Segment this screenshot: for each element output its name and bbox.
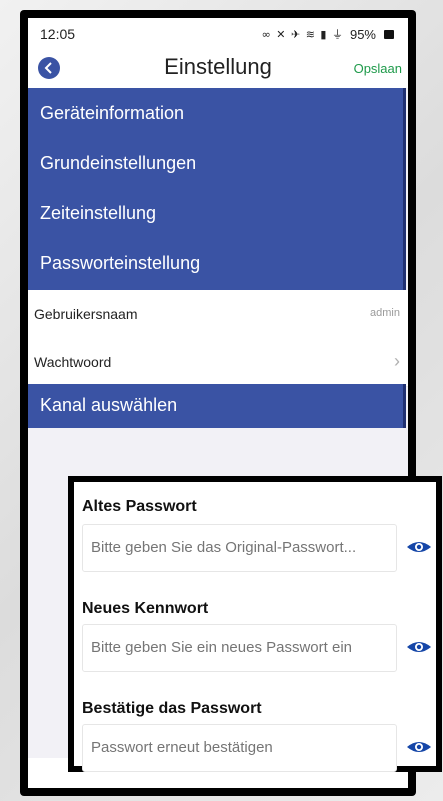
status-bar: 12:05 ∞ ✕ ✈ ≋ ▮ ⏚ 95% [28,18,408,48]
username-row: Gebruikersnaam admin [28,290,408,339]
menu-item-time-settings[interactable]: Zeiteinstellung [28,188,403,238]
password-row[interactable]: Wachtwoord › [28,338,408,387]
channel-select-label: Kanal auswählen [40,395,178,415]
password-label: Wachtwoord [34,354,112,370]
old-password-field [82,524,397,572]
chevron-right-icon: › [394,351,400,371]
old-password-input[interactable] [89,538,393,557]
menu-item-basic-settings[interactable]: Grundeinstellungen [28,138,403,188]
page-title: Einstellung [164,54,272,79]
save-button[interactable]: Opslaan [354,61,402,76]
confirm-password-field [82,724,397,772]
new-password-label: Neues Kennwort [82,600,209,617]
confirm-password-label: Bestätige das Passwort [82,700,262,717]
old-password-label: Altes Passwort [82,498,197,515]
status-indicators: ∞ ✕ ✈ ≋ ▮ ⏚ 95% [262,26,394,42]
show-password-eye-icon[interactable] [406,739,432,755]
show-password-eye-icon[interactable] [406,639,432,655]
nav-bar: Einstellung Opslaan [28,48,408,88]
menu-item-password-settings[interactable]: Passworteinstellung [28,238,403,288]
username-value: admin [370,307,400,319]
confirm-password-input[interactable] [89,738,393,757]
new-password-input[interactable] [89,638,393,657]
show-password-eye-icon[interactable] [406,539,432,555]
username-label: Gebruikersnaam [34,306,138,322]
password-form-inset: Altes Passwort Neues Kennwort Bestätige … [68,476,442,772]
battery-percent: 95% [349,26,376,42]
settings-menu: Geräteinformation Grundeinstellungen Zei… [28,88,406,290]
status-icons: ∞ ✕ ✈ ≋ ▮ ⏚ [261,28,344,41]
new-password-field [82,624,397,672]
menu-item-device-info[interactable]: Geräteinformation [28,88,403,138]
battery-icon [384,29,394,39]
password-form: Altes Passwort Neues Kennwort Bestätige … [74,482,436,772]
status-time: 12:05 [40,26,76,42]
channel-select-button[interactable]: Kanal auswählen [28,384,406,428]
